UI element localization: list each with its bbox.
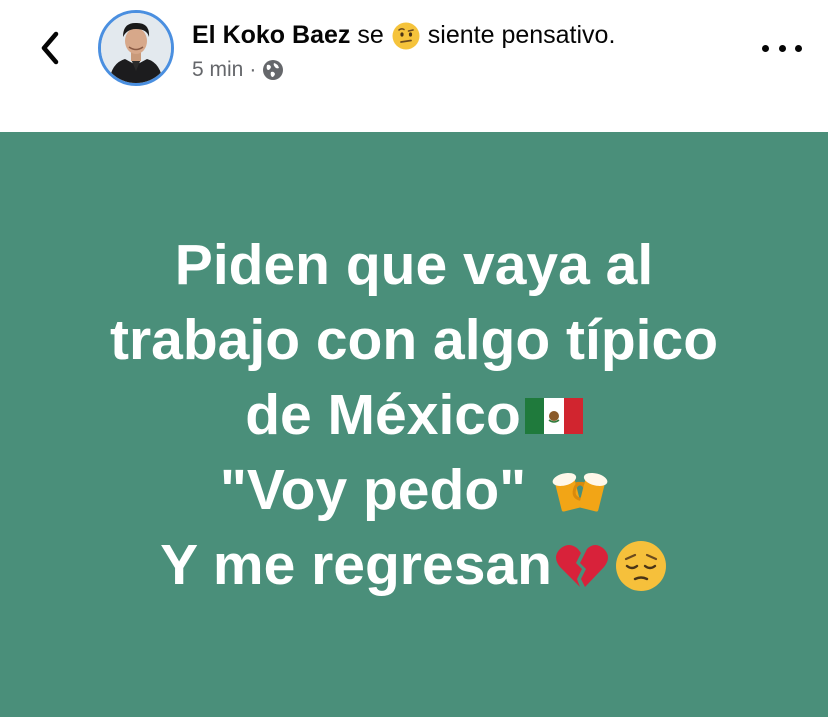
globe-icon[interactable] — [262, 59, 284, 81]
post-line-text: "Voy pedo" — [219, 458, 527, 522]
post-line-text: de México — [245, 383, 521, 447]
pensive-face-emoji — [615, 540, 666, 591]
post-line-5: Y me regresan — [40, 528, 788, 603]
separator: · — [249, 58, 257, 81]
thinking-face-emoji — [392, 22, 420, 50]
avatar[interactable] — [98, 10, 174, 86]
chevron-left-icon — [41, 31, 59, 65]
feeling-text: siente pensativo. — [427, 20, 616, 49]
post-meta: El Koko Baez se siente pensativo. 5 min … — [192, 20, 615, 82]
post-line-text: trabajo con algo típico — [109, 308, 719, 372]
post-header: El Koko Baez se siente pensativo. 5 min … — [0, 0, 828, 132]
mexico-flag-emoji — [524, 397, 583, 434]
post-line-3: de México — [40, 378, 788, 453]
broken-heart-emoji — [555, 544, 608, 587]
post-line-text: Piden que vaya al — [174, 233, 654, 297]
beer-mugs-emoji — [552, 472, 608, 512]
post-line-2: trabajo con algo típico — [40, 303, 788, 378]
post-line-1: Piden que vaya al — [40, 228, 788, 303]
post-background[interactable]: Piden que vaya al trabajo con algo típic… — [0, 132, 828, 717]
author-line: El Koko Baez se siente pensativo. — [192, 20, 615, 50]
more-options-button[interactable] — [762, 38, 802, 58]
profile-photo — [101, 13, 171, 83]
post-time[interactable]: 5 min — [192, 58, 243, 82]
back-button[interactable] — [30, 26, 70, 70]
verb-text: se — [357, 20, 384, 49]
post-line-4: "Voy pedo" — [40, 453, 788, 528]
post-line-text: Y me regresan — [160, 533, 552, 597]
more-dot — [778, 44, 786, 52]
post-text: Piden que vaya al trabajo con algo típic… — [40, 228, 788, 603]
more-dot — [795, 44, 802, 52]
timestamp-line: 5 min · — [192, 58, 615, 82]
author-name[interactable]: El Koko Baez — [192, 21, 350, 50]
more-dots-icon — [762, 44, 769, 52]
